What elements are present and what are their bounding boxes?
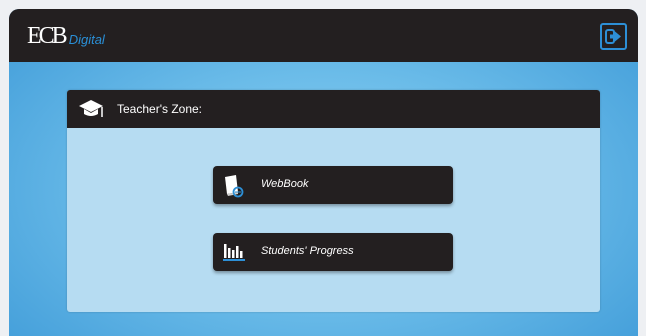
graduation-cap-icon — [79, 100, 103, 117]
bar-chart-icon — [223, 244, 245, 261]
logo: ECB Digital — [27, 24, 105, 48]
top-bar: ECB Digital — [9, 9, 638, 62]
teachers-zone-header: Teacher's Zone: — [67, 90, 600, 128]
teachers-zone-title: Teacher's Zone: — [117, 102, 203, 116]
students-progress-label: Students' Progress — [261, 245, 354, 257]
webbook-button[interactable]: WebBook — [213, 166, 453, 204]
logo-mark: ECB — [27, 23, 68, 49]
webbook-label: WebBook — [261, 178, 309, 190]
sign-out-icon — [605, 29, 621, 44]
exit-button[interactable] — [600, 23, 627, 50]
teachers-zone-panel: Teacher's Zone: WebBook Students' Progre… — [67, 90, 600, 312]
logo-subtitle: Digital — [68, 32, 105, 47]
students-progress-button[interactable]: Students' Progress — [213, 233, 453, 271]
app-window: ECB Digital Teacher's Zone: WebBook Stud… — [9, 9, 638, 336]
book-icon — [225, 175, 244, 198]
